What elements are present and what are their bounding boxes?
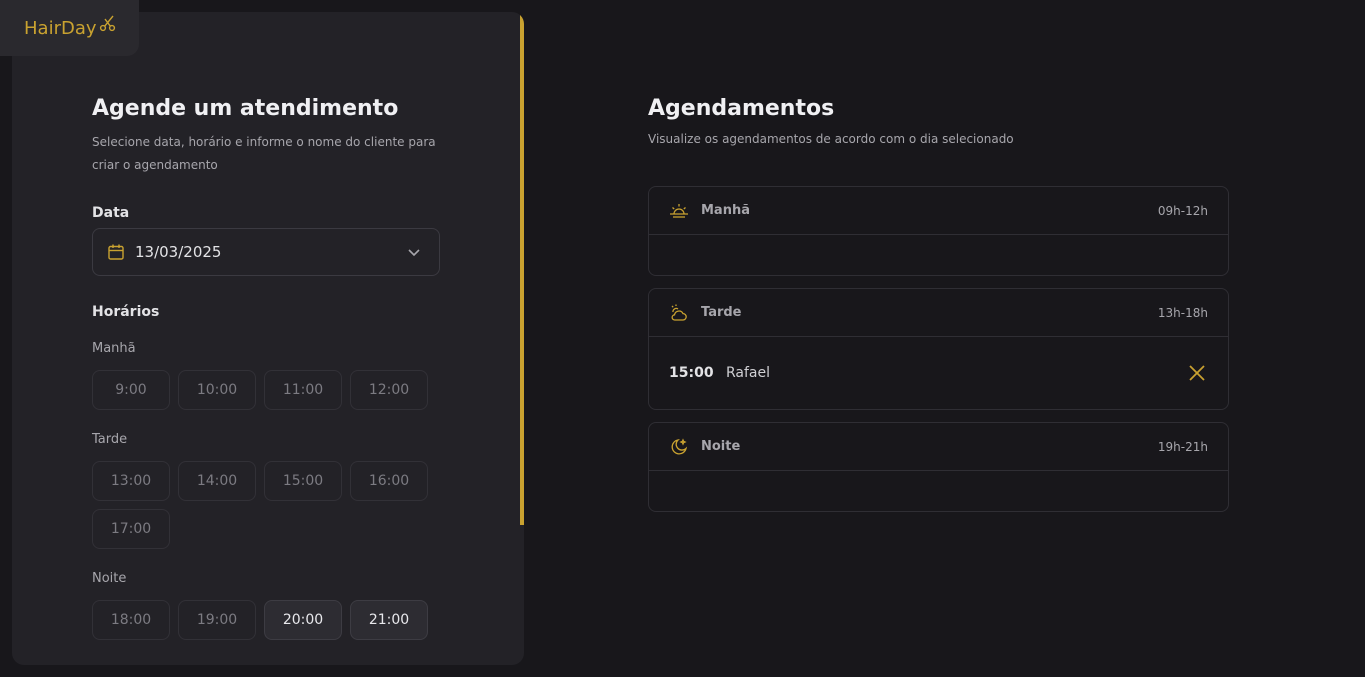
morning-period-card: Manhã 09h-12h (648, 186, 1229, 276)
sunrise-icon (669, 201, 689, 221)
date-value: 13/03/2025 (135, 243, 222, 261)
slot-16-00[interactable]: 16:00 (350, 461, 428, 501)
slot-20-00[interactable]: 20:00 (264, 600, 342, 640)
chevron-down-icon (408, 249, 420, 257)
date-label: Data (92, 205, 130, 221)
slot-11-00[interactable]: 11:00 (264, 370, 342, 410)
form-subtitle: Selecione data, horário e informe o nome… (92, 135, 436, 172)
slot-19-00[interactable]: 19:00 (178, 600, 256, 640)
period-name: Tarde (701, 305, 742, 320)
slot-12-00[interactable]: 12:00 (350, 370, 428, 410)
morning-label: Manhã (92, 341, 136, 356)
date-picker[interactable]: 13/03/2025 (92, 228, 440, 276)
slot-18-00[interactable]: 18:00 (92, 600, 170, 640)
period-range: 09h-12h (1157, 203, 1208, 218)
form-title: Agende um atendimento (92, 96, 399, 121)
app-logo: HairDay (0, 0, 139, 56)
booking-form-panel: Agende um atendimento Selecione data, ho… (12, 12, 524, 665)
period-name: Noite (701, 439, 741, 454)
afternoon-label: Tarde (92, 432, 128, 447)
slot-14-00[interactable]: 14:00 (178, 461, 256, 501)
slot-13-00[interactable]: 13:00 (92, 461, 170, 501)
night-period-card: Noite 19h-21h (648, 422, 1229, 512)
night-label: Noite (92, 571, 127, 586)
appointment-row: 15:00 Rafael (649, 337, 1228, 409)
schedule-title: Agendamentos (648, 96, 835, 121)
close-icon[interactable] (1188, 364, 1206, 382)
slot-09-00[interactable]: 9:00 (92, 370, 170, 410)
slot-17-00[interactable]: 17:00 (92, 509, 170, 549)
appointment-client: Rafael (726, 365, 771, 381)
period-header: Noite 19h-21h (649, 423, 1228, 471)
period-body-empty (649, 471, 1228, 511)
scissors-icon (99, 15, 115, 32)
slot-21-00[interactable]: 21:00 (350, 600, 428, 640)
logo-text: HairDay (24, 17, 97, 39)
panel-accent-bar (520, 12, 524, 525)
calendar-icon (108, 244, 124, 260)
slot-15-00[interactable]: 15:00 (264, 461, 342, 501)
period-header: Tarde 13h-18h (649, 289, 1228, 337)
period-range: 19h-21h (1157, 439, 1208, 454)
period-range: 13h-18h (1157, 305, 1208, 320)
period-body-empty (649, 235, 1228, 275)
afternoon-period-card: Tarde 13h-18h 15:00 Rafael (648, 288, 1229, 410)
moon-stars-icon (669, 437, 689, 457)
hours-label: Horários (92, 304, 160, 320)
slot-10-00[interactable]: 10:00 (178, 370, 256, 410)
cloud-sun-icon (669, 303, 689, 323)
appointment-time: 15:00 (669, 365, 714, 381)
period-header: Manhã 09h-12h (649, 187, 1228, 235)
schedule-subtitle: Visualize os agendamentos de acordo com … (648, 132, 1014, 146)
period-name: Manhã (701, 203, 750, 218)
